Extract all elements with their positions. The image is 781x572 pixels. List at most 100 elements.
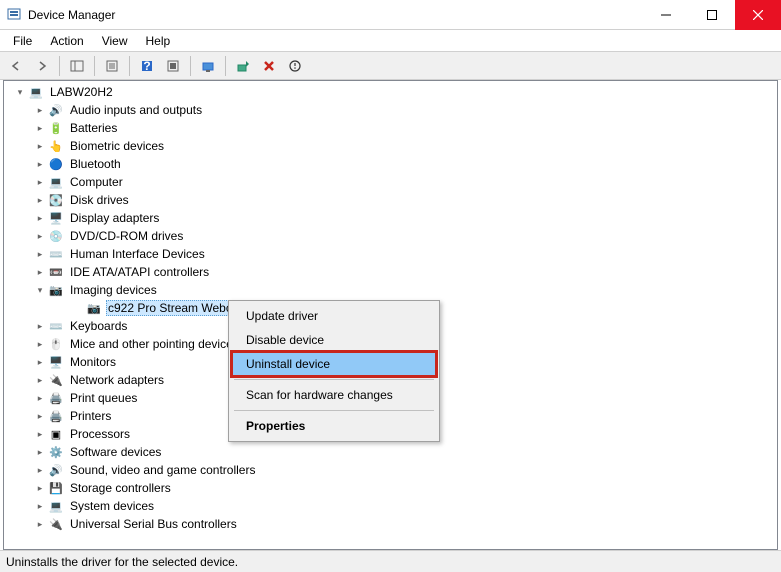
- expand-arrow-icon[interactable]: ▸: [34, 464, 46, 476]
- tree-category-label: DVD/CD-ROM drives: [68, 229, 185, 243]
- tree-category-label: Imaging devices: [68, 283, 159, 297]
- tree-category[interactable]: ▸💿 DVD/CD-ROM drives: [28, 227, 777, 245]
- tree-category[interactable]: ▸⚙️Software devices: [28, 443, 777, 461]
- back-button[interactable]: [4, 54, 28, 78]
- tree-category-label: Human Interface Devices: [68, 247, 207, 261]
- device-category-icon: 🖥️: [48, 354, 64, 370]
- device-category-icon: ⌨️: [48, 318, 64, 334]
- context-separator: [234, 410, 434, 411]
- tree-category[interactable]: ▸🖥️Display adapters: [28, 209, 777, 227]
- tree-category[interactable]: ▸🔊Audio inputs and outputs: [28, 101, 777, 119]
- show-hide-tree-button[interactable]: [65, 54, 89, 78]
- context-uninstall-device[interactable]: Uninstall device: [232, 352, 436, 376]
- tree-category-label: System devices: [68, 499, 156, 513]
- context-properties[interactable]: Properties: [232, 414, 436, 438]
- tree-category[interactable]: ▸📼IDE ATA/ATAPI controllers: [28, 263, 777, 281]
- titlebar: Device Manager: [0, 0, 781, 30]
- tree-category[interactable]: ▸⌨️Human Interface Devices: [28, 245, 777, 263]
- expand-arrow-icon[interactable]: ▸: [34, 212, 46, 224]
- context-separator: [234, 379, 434, 380]
- tree-category-label: Mice and other pointing devices: [68, 337, 241, 351]
- expand-arrow-icon[interactable]: ▸: [34, 410, 46, 422]
- menu-file[interactable]: File: [4, 32, 41, 50]
- forward-button[interactable]: [30, 54, 54, 78]
- tree-category-label: Storage controllers: [68, 481, 173, 495]
- menu-help[interactable]: Help: [137, 32, 180, 50]
- device-category-icon: 🖥️: [48, 210, 64, 226]
- expand-arrow-icon[interactable]: ▸: [34, 266, 46, 278]
- tree-category[interactable]: ▸💽Disk drives: [28, 191, 777, 209]
- close-button[interactable]: [735, 0, 781, 30]
- device-category-icon: 👆: [48, 138, 64, 154]
- expand-arrow-icon[interactable]: ▸: [34, 518, 46, 530]
- tree-category[interactable]: ▸💻 System devices: [28, 497, 777, 515]
- action-button[interactable]: [161, 54, 185, 78]
- expand-arrow-icon[interactable]: ▸: [34, 500, 46, 512]
- device-category-icon: 🔌: [48, 516, 64, 532]
- disable-button[interactable]: [283, 54, 307, 78]
- expand-arrow-icon[interactable]: ▸: [34, 140, 46, 152]
- uninstall-button[interactable]: [257, 54, 281, 78]
- context-update-driver[interactable]: Update driver: [232, 304, 436, 328]
- tree-category[interactable]: ▸🔌 Universal Serial Bus controllers: [28, 515, 777, 533]
- tree-category-label: Monitors: [68, 355, 118, 369]
- expand-arrow-icon[interactable]: ▾: [14, 86, 26, 98]
- expand-arrow-icon[interactable]: ▸: [34, 194, 46, 206]
- device-category-icon: 🔊: [48, 462, 64, 478]
- tree-category[interactable]: ▸👆Biometric devices: [28, 137, 777, 155]
- maximize-button[interactable]: [689, 0, 735, 30]
- help-button[interactable]: ?: [135, 54, 159, 78]
- expand-arrow-icon[interactable]: ▸: [34, 392, 46, 404]
- expand-arrow-icon[interactable]: ▸: [34, 356, 46, 368]
- expand-arrow-icon[interactable]: ▸: [34, 338, 46, 350]
- device-category-icon: 💻: [48, 498, 64, 514]
- context-disable-device[interactable]: Disable device: [232, 328, 436, 352]
- expand-arrow-icon[interactable]: ▸: [34, 122, 46, 134]
- expand-arrow-icon[interactable]: ▸: [34, 482, 46, 494]
- update-driver-button[interactable]: [231, 54, 255, 78]
- tree-root-label: LABW20H2: [48, 85, 115, 99]
- tree-root-node[interactable]: ▾ 💻 LABW20H2: [8, 83, 777, 101]
- tree-category-label: Computer: [68, 175, 125, 189]
- tree-category[interactable]: ▸💻 Computer: [28, 173, 777, 191]
- device-category-icon: 🖨️: [48, 408, 64, 424]
- expand-arrow-icon[interactable]: ▸: [34, 158, 46, 170]
- expand-arrow-icon[interactable]: ▸: [34, 230, 46, 242]
- expand-arrow-icon[interactable]: ▸: [34, 320, 46, 332]
- menubar: File Action View Help: [0, 30, 781, 52]
- toolbar-separator: [225, 56, 226, 76]
- tree-category-label: Keyboards: [68, 319, 129, 333]
- tree-category-label: Universal Serial Bus controllers: [68, 517, 239, 531]
- svg-text:?: ?: [143, 59, 150, 73]
- device-category-icon: 💾: [48, 480, 64, 496]
- device-category-icon: 💻: [48, 174, 64, 190]
- toolbar: ?: [0, 52, 781, 80]
- expand-arrow-icon[interactable]: ▸: [34, 104, 46, 116]
- expand-arrow-icon[interactable]: ▸: [34, 176, 46, 188]
- expand-arrow-icon[interactable]: ▸: [34, 248, 46, 260]
- tree-category-label: Batteries: [68, 121, 119, 135]
- expand-arrow-icon[interactable]: ▸: [34, 428, 46, 440]
- minimize-button[interactable]: [643, 0, 689, 30]
- device-category-icon: 💿: [48, 228, 64, 244]
- menu-action[interactable]: Action: [41, 32, 92, 50]
- tree-category-label: Software devices: [68, 445, 163, 459]
- tree-category-label: Network adapters: [68, 373, 166, 387]
- device-category-icon: 🔊: [48, 102, 64, 118]
- device-category-icon: 🖨️: [48, 390, 64, 406]
- tree-category[interactable]: ▸🔵Bluetooth: [28, 155, 777, 173]
- menu-view[interactable]: View: [93, 32, 137, 50]
- context-scan-hardware[interactable]: Scan for hardware changes: [232, 383, 436, 407]
- device-category-icon: 🔵: [48, 156, 64, 172]
- tree-category[interactable]: ▸🔊Sound, video and game controllers: [28, 461, 777, 479]
- tree-category-label: Disk drives: [68, 193, 131, 207]
- tree-category[interactable]: ▸🔋Batteries: [28, 119, 777, 137]
- properties-button[interactable]: [100, 54, 124, 78]
- scan-hardware-button[interactable]: [196, 54, 220, 78]
- tree-category[interactable]: ▸💾 Storage controllers: [28, 479, 777, 497]
- expand-arrow-icon[interactable]: ▸: [34, 446, 46, 458]
- expand-arrow-icon[interactable]: ▸: [34, 374, 46, 386]
- tree-category[interactable]: ▾📷Imaging devices: [28, 281, 777, 299]
- collapse-arrow-icon[interactable]: ▾: [34, 284, 46, 296]
- device-category-icon: 🔌: [48, 372, 64, 388]
